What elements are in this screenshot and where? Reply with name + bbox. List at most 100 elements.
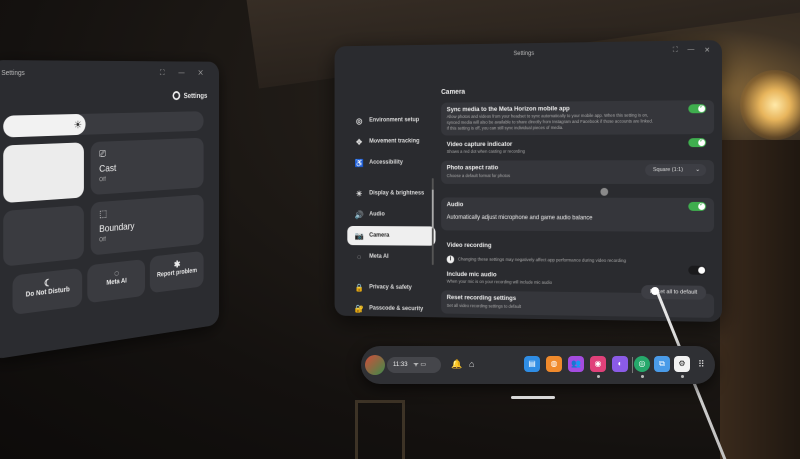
accessibility-icon: ♿ [354,158,364,168]
notification-icon[interactable]: 🔔 [451,359,462,370]
app-blue-icon[interactable]: ⧉ [654,356,670,372]
movement-icon: ✥ [356,137,363,147]
sync-media-toggle[interactable] [688,104,707,114]
nav-item-accessibility[interactable]: ♿ Accessibility [347,153,435,172]
include-mic-audio-title: Include mic audio [446,271,497,279]
nav-label: Environment setup [369,117,420,124]
nav-item-passcode-security[interactable]: 🔐 Passcode & security [347,299,435,320]
nav-item-display-brightness[interactable]: ☀ Display & brightness [347,184,435,203]
minimize-icon[interactable]: — [687,46,694,54]
section-title-video-recording: Video recording [446,241,492,250]
camera-icon: 📷 [354,231,364,240]
quick-settings-panel: Settings ⛶ — ✕ Settings ☀ ⎚ Cast Off ⬚ B… [0,60,220,360]
quick-settings-window-controls[interactable]: ⛶ — ✕ [160,69,209,78]
running-indicator [597,375,600,378]
taskbar-divider [632,357,633,373]
brightness-slider[interactable]: ☀ [3,111,204,138]
app-horizon-icon[interactable]: ◐ [612,356,628,372]
photo-aspect-ratio-value: Square (1:1) [652,167,683,174]
headset-icon[interactable]: ⌂ [469,359,474,369]
open-settings-label: Settings [183,91,208,100]
speaker-icon: 🔊 [354,210,364,219]
settings-window: Settings ⛶ — ✕ ◎ Environment setup ✥ Mov… [334,40,722,322]
reset-recording-settings-row: Reset recording settings Set all video r… [441,285,715,318]
nav-label: Meta AI [369,253,389,260]
app-settings-icon[interactable]: ⚙ [674,356,690,372]
section-title-camera: Camera [441,88,466,96]
wifi-tile[interactable] [3,142,84,204]
do-not-disturb-button[interactable]: ☾ Do Not Disturb [12,267,83,316]
status-icons: ᯤ ▭ [413,362,427,368]
app-people-icon[interactable]: 👥 [568,356,584,372]
photo-aspect-ratio-row[interactable]: Photo aspect ratio Choose a default form… [441,160,715,184]
avatar[interactable] [365,355,385,375]
wall-edge [720,140,800,459]
boundary-status: Off [99,237,106,244]
universal-menu-bar: 11:33 ᯤ ▭ 🔔 ⌂ ▤ ◍ 👥 ◉ ◐ ◎ ⧉ ⚙ ⠿ [361,346,715,384]
video-capture-indicator-desc: Shows a red dot when casting or recordin… [446,148,525,154]
photo-aspect-ratio-select[interactable]: Square (1:1) ⌄ [645,164,707,177]
sync-media-title: Sync media to the Meta Horizon mobile ap… [446,105,570,114]
clock-time: 11:33 [393,362,408,368]
doorframe [355,400,405,459]
pointer-cursor [651,287,659,295]
include-mic-audio-desc: When your mic is on your recording will … [446,278,552,285]
app-files-icon[interactable]: ▤ [524,356,540,372]
nav-item-movement-tracking[interactable]: ✥ Movement tracking [347,132,435,152]
nav-label: Audio [369,211,385,218]
close-icon[interactable]: ✕ [704,46,710,54]
app-store-icon[interactable]: ◍ [546,356,562,372]
info-icon: i [446,255,455,264]
open-settings-button[interactable]: Settings [172,91,208,101]
video-capture-indicator-toggle[interactable] [688,138,707,148]
nav-label: Accessibility [369,159,403,166]
cast-icon: ⎚ [99,148,106,160]
meta-ai-button[interactable]: ◌ Meta AI [87,259,146,304]
sync-media-row[interactable]: Sync media to the Meta Horizon mobile ap… [441,100,715,136]
boundary-tile[interactable]: ⬚ Boundary Off [90,194,204,256]
nav-label: Passcode & security [369,305,424,313]
tile-left[interactable] [3,204,84,267]
nav-item-meta-ai[interactable]: ◌ Meta AI [347,247,435,267]
boundary-icon: ⬚ [99,208,108,220]
app-library-grid-icon[interactable]: ⠿ [698,359,705,370]
expand-icon[interactable]: ⛶ [673,47,678,55]
reset-recording-settings-desc: Set all video recording settings to defa… [446,302,522,309]
nav-label: Movement tracking [369,138,420,145]
nav-item-privacy-safety[interactable]: 🔒 Privacy & safety [347,278,435,298]
boundary-label: Boundary [99,221,135,235]
performance-warning-text: Changing these settings may negatively a… [457,256,626,264]
cast-label: Cast [99,163,117,175]
environment-icon: ◎ [355,116,363,126]
cast-tile[interactable]: ⎚ Cast Off [90,137,204,196]
app-green-icon[interactable]: ◎ [634,356,650,372]
reset-recording-settings-title: Reset recording settings [446,294,517,303]
nav-scrollbar-thumb[interactable] [431,189,434,229]
include-mic-audio-toggle[interactable] [688,265,707,275]
auto-adjust-audio-toggle[interactable] [688,201,707,211]
nav-item-camera[interactable]: 📷 Camera [347,225,436,246]
quick-settings-status-button[interactable]: 11:33 ᯤ ▭ [387,357,441,373]
sun-icon: ☀ [73,119,83,132]
auto-adjust-audio-label: Automatically adjust microphone and game… [446,214,593,222]
nav-item-audio[interactable]: 🔊 Audio [347,205,435,225]
report-problem-button[interactable]: ✱ Report problem [149,250,204,294]
nav-label: Display & brightness [369,190,425,197]
nav-item-environment-setup[interactable]: ◎ Environment setup [347,110,435,130]
window-grab-bar[interactable] [511,396,555,399]
camera-content: Camera Sync media to the Meta Horizon mo… [441,86,715,318]
video-capture-indicator-row[interactable]: Video capture indicator Shows a red dot … [441,138,714,159]
sun-icon: ☀ [355,189,363,198]
chevron-down-icon: ⌄ [695,167,701,174]
running-indicator [681,375,684,378]
photo-aspect-ratio-title: Photo aspect ratio [446,164,499,172]
brightness-slider-fill: ☀ [3,113,86,138]
window-controls: ⛶ — ✕ [673,46,710,55]
quick-settings-title: Settings [1,70,25,77]
audio-row: Audio Automatically adjust microphone an… [441,197,715,232]
app-camera-icon[interactable]: ◉ [590,356,606,372]
cast-status: Off [99,177,106,184]
cursor-dot [600,187,609,196]
audio-title: Audio [446,201,464,209]
passcode-icon: 🔐 [354,303,364,313]
